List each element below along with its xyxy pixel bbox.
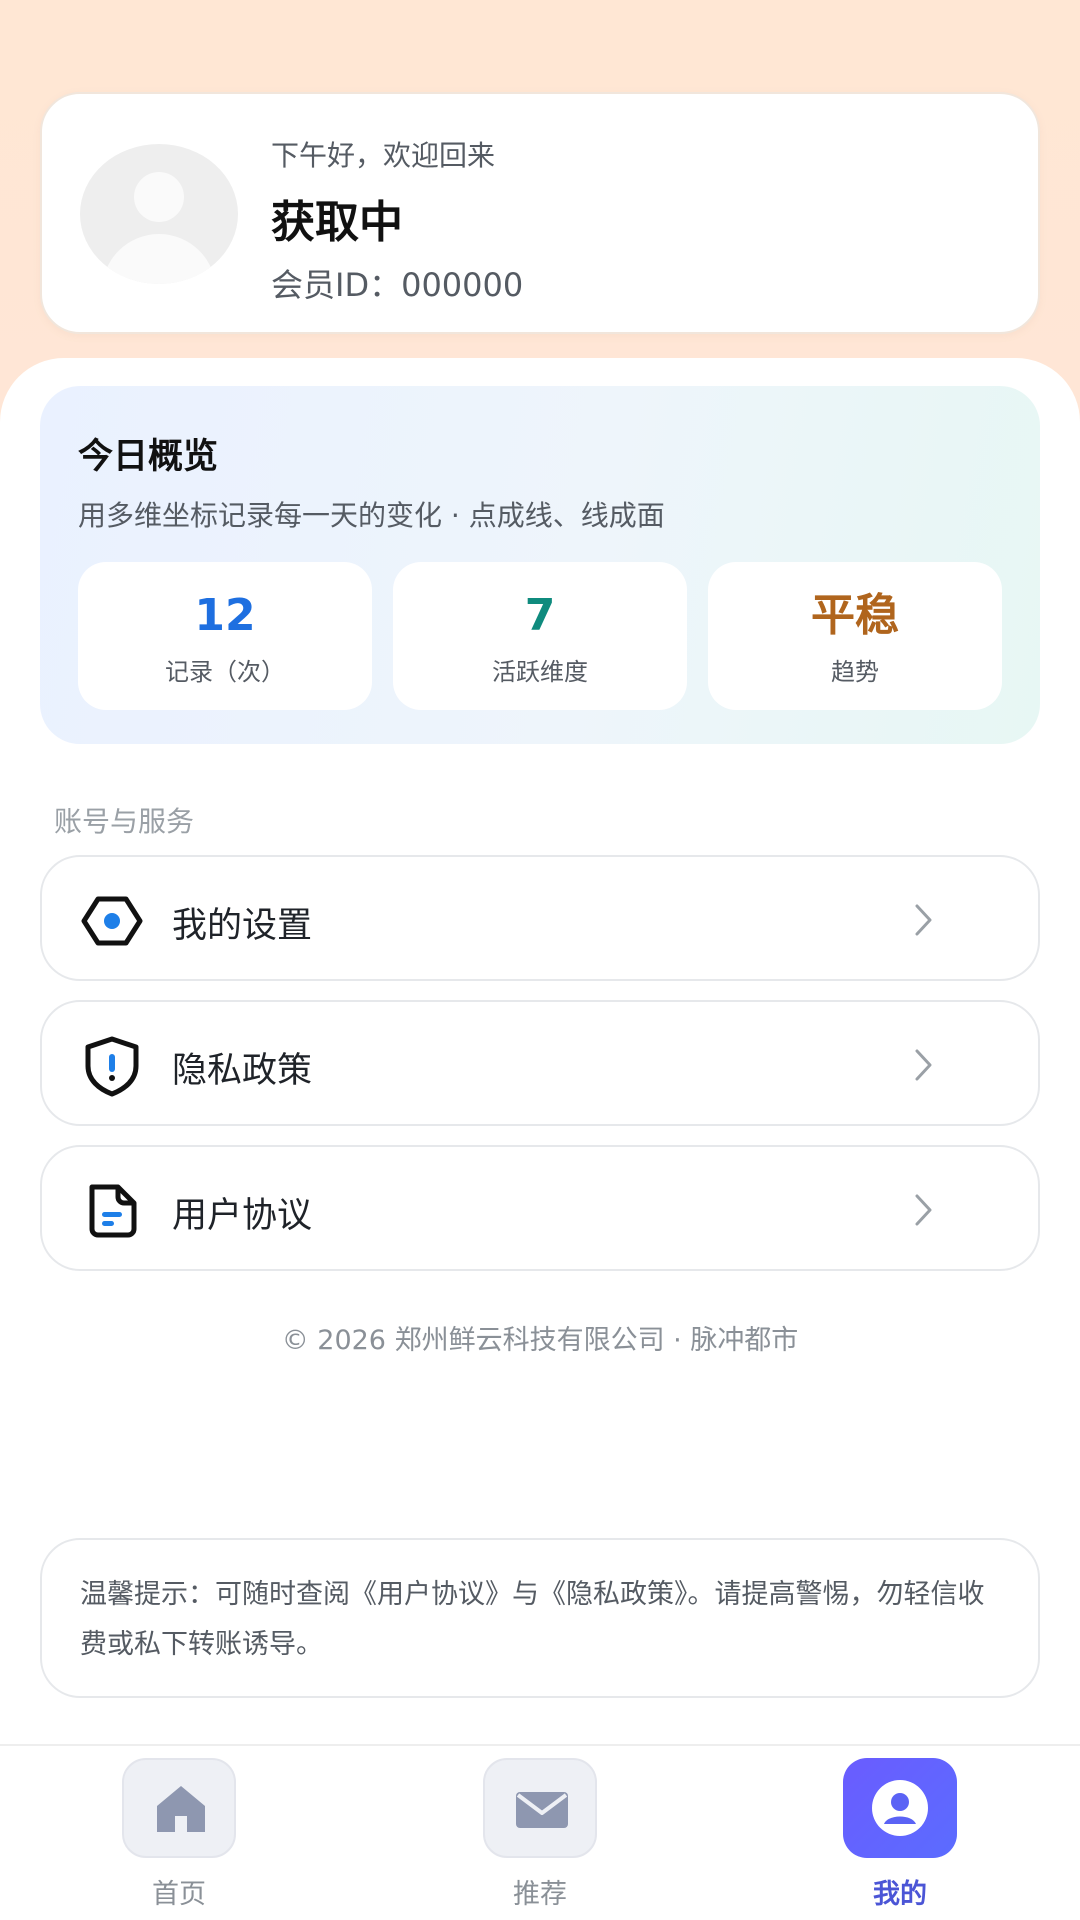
tip-card: 温馨提示：可随时查阅《用户协议》与《隐私政策》。请提高警惕，勿轻信收费或私下转账…: [40, 1538, 1040, 1698]
profile-card[interactable]: 下午好，欢迎回来 获取中 会员ID：000000: [40, 92, 1040, 334]
overview-subtitle: 用多维坐标记录每一天的变化 · 点成线、线成面: [78, 499, 665, 532]
section-label: 账号与服务: [54, 805, 195, 838]
tab-label: 我的: [873, 1879, 927, 1910]
tab-label: 首页: [152, 1879, 206, 1910]
member-id: 会员ID：000000: [271, 266, 524, 304]
settings-hexagon-icon: [81, 896, 143, 946]
stat-value: 平稳: [811, 590, 899, 641]
avatar[interactable]: [80, 144, 238, 284]
user-icon: [843, 1758, 957, 1858]
chevron-right-icon: [915, 1049, 932, 1081]
stat-dimensions: 7 活跃维度: [393, 562, 687, 710]
menu-item-settings[interactable]: 我的设置: [40, 855, 1040, 981]
stat-label: 记录（次）: [165, 658, 285, 686]
stat-value: 7: [524, 590, 556, 641]
tab-mine[interactable]: 我的: [810, 1756, 990, 1916]
chevron-right-icon: [915, 1194, 932, 1226]
menu-item-label: 用户协议: [172, 1196, 313, 1236]
stat-label: 趋势: [831, 658, 879, 686]
menu-item-agreement[interactable]: 用户协议: [40, 1145, 1040, 1271]
chevron-right-icon: [915, 904, 932, 936]
menu-item-label: 隐私政策: [172, 1051, 313, 1091]
overview-card: 今日概览 用多维坐标记录每一天的变化 · 点成线、线成面 12 记录（次） 7 …: [40, 386, 1040, 744]
stat-records: 12 记录（次）: [78, 562, 372, 710]
tab-home[interactable]: 首页: [89, 1756, 269, 1916]
mail-icon: [483, 1758, 597, 1858]
document-icon: [89, 1184, 137, 1238]
home-icon: [122, 1758, 236, 1858]
tab-recommend[interactable]: 推荐: [450, 1756, 630, 1916]
shield-icon: [85, 1036, 139, 1097]
stat-trend: 平稳 趋势: [708, 562, 1002, 710]
menu-item-label: 我的设置: [172, 906, 313, 946]
overview-title: 今日概览: [78, 437, 219, 477]
tab-label: 推荐: [513, 1879, 567, 1910]
stat-value: 12: [194, 590, 256, 641]
username: 获取中: [271, 197, 403, 248]
greeting-text: 下午好，欢迎回来: [271, 139, 496, 172]
bottom-tab-bar: 首页 推荐 我的: [0, 1744, 1080, 1920]
stat-label: 活跃维度: [492, 658, 588, 686]
menu-item-privacy[interactable]: 隐私政策: [40, 1000, 1040, 1126]
copyright-text: © 2026 郑州鲜云科技有限公司 · 脉冲都市: [281, 1325, 799, 1356]
